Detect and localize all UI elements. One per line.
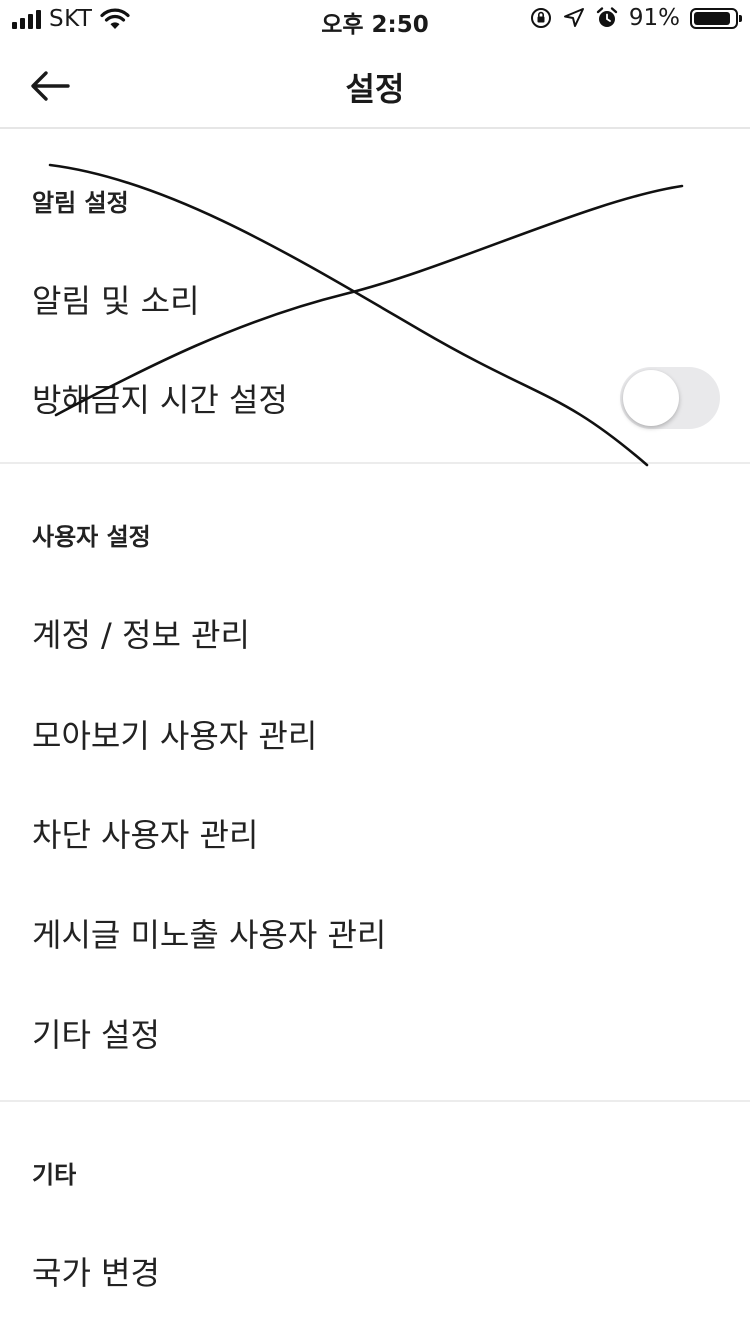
toggle-knob <box>623 370 679 426</box>
settings-item-do-not-disturb[interactable]: 방해금지 시간 설정 <box>0 348 750 448</box>
settings-item-feed-users[interactable]: 모아보기 사용자 관리 <box>0 684 750 784</box>
settings-item-hidden-post-users[interactable]: 게시글 미노출 사용자 관리 <box>0 883 750 983</box>
navigation-bar: 설정 <box>0 40 750 129</box>
do-not-disturb-toggle[interactable] <box>620 367 720 429</box>
battery-percent: 91% <box>628 5 680 31</box>
section-divider <box>0 462 750 464</box>
settings-item-label: 모아보기 사용자 관리 <box>32 717 318 755</box>
settings-item-label: 게시글 미노출 사용자 관리 <box>32 916 387 954</box>
location-icon <box>563 8 584 27</box>
status-bar: SKT 오후 2:50 91% <box>0 0 750 40</box>
orientation-lock-icon <box>530 8 551 28</box>
settings-item-blocked-users[interactable]: 차단 사용자 관리 <box>0 783 750 883</box>
settings-item-label: 국가 변경 <box>32 1254 160 1292</box>
settings-item-label: 방해금지 시간 설정 <box>32 381 288 419</box>
settings-item-change-country[interactable]: 국가 변경 <box>0 1221 750 1321</box>
section-header-other: 기타 <box>32 1161 77 1189</box>
section-header-notifications: 알림 설정 <box>32 189 129 217</box>
battery-icon <box>690 7 742 29</box>
settings-item-notifications-sound[interactable]: 알림 및 소리 <box>0 249 750 349</box>
page-title: 설정 <box>345 70 405 108</box>
status-bar-right: 91% <box>529 5 742 31</box>
settings-item-label: 차단 사용자 관리 <box>32 816 259 854</box>
section-header-user: 사용자 설정 <box>32 523 151 551</box>
settings-item-label: 계정 / 정보 관리 <box>32 616 250 654</box>
settings-item-label: 알림 및 소리 <box>32 282 200 320</box>
section-divider <box>0 1100 750 1102</box>
battery-fill <box>694 11 731 25</box>
settings-item-other-settings[interactable]: 기타 설정 <box>0 983 750 1083</box>
alarm-icon <box>596 7 618 27</box>
settings-item-label: 기타 설정 <box>32 1016 160 1054</box>
settings-item-account-info[interactable]: 계정 / 정보 관리 <box>0 583 750 683</box>
